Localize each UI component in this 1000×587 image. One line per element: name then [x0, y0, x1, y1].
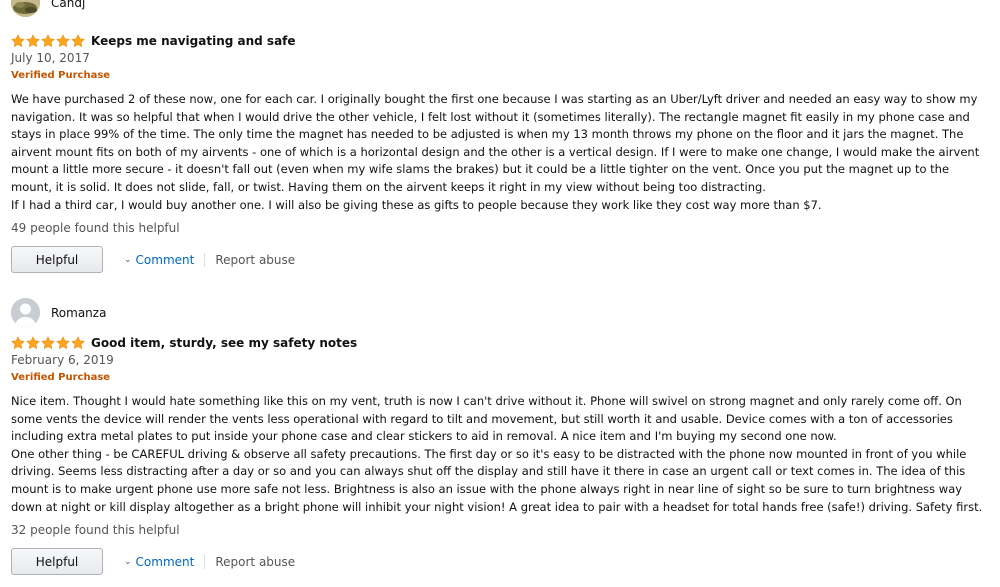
review-title-row: Keeps me navigating and safe	[11, 34, 296, 48]
review-paragraph: Nice item. Thought I would hate somethin…	[11, 394, 962, 444]
star-icon	[41, 34, 55, 48]
review-date: July 10, 2017	[11, 51, 90, 65]
profile-name[interactable]: Romanza	[51, 306, 106, 320]
report-abuse-link[interactable]: Report abuse	[215, 555, 295, 569]
report-abuse-link[interactable]: Report abuse	[215, 253, 295, 267]
review-paragraph: One other thing - be CAREFUL driving & o…	[11, 446, 983, 514]
star-icon	[56, 336, 70, 350]
star-icon	[71, 336, 85, 350]
review-actions: Helpful ⌄ Comment Report abuse	[11, 246, 295, 273]
helpful-button[interactable]: Helpful	[11, 548, 103, 575]
comment-label: Comment	[135, 554, 195, 569]
star-icon	[11, 336, 25, 350]
helpful-button[interactable]: Helpful	[11, 246, 103, 273]
review-title-row: Good item, sturdy, see my safety notes	[11, 336, 357, 350]
review-paragraph: If I had a third car, I would buy anothe…	[11, 197, 822, 212]
review-date: February 6, 2019	[11, 353, 114, 367]
star-icon	[26, 34, 40, 48]
review-actions: Helpful ⌄ Comment Report abuse	[11, 548, 295, 575]
comment-label: Comment	[135, 252, 195, 267]
profile-name[interactable]: Candj	[51, 0, 85, 10]
profile-photo-icon	[11, 0, 40, 17]
star-icon	[26, 336, 40, 350]
review-title[interactable]: Good item, sturdy, see my safety notes	[91, 336, 357, 350]
star-icon	[71, 34, 85, 48]
star-icon	[41, 336, 55, 350]
star-icon	[56, 34, 70, 48]
chevron-down-icon: ⌄	[124, 556, 132, 567]
review-body: We have purchased 2 of these now, one fo…	[11, 91, 983, 214]
review-profile[interactable]: Romanza	[11, 298, 106, 327]
review-profile[interactable]: Candj	[11, 0, 85, 17]
default-avatar-icon	[11, 298, 40, 327]
divider	[204, 252, 206, 267]
star-rating[interactable]	[11, 34, 85, 48]
helpful-count: 32 people found this helpful	[11, 523, 180, 537]
verified-purchase-badge[interactable]: Verified Purchase	[11, 70, 110, 81]
review-paragraph: We have purchased 2 of these now, one fo…	[11, 92, 980, 194]
chevron-down-icon: ⌄	[124, 254, 132, 265]
verified-purchase-badge[interactable]: Verified Purchase	[11, 372, 110, 383]
comment-link[interactable]: ⌄ Comment	[124, 555, 194, 569]
avatar[interactable]	[11, 0, 40, 17]
review-title[interactable]: Keeps me navigating and safe	[91, 34, 296, 48]
divider	[204, 554, 206, 569]
star-icon	[11, 34, 25, 48]
comment-link[interactable]: ⌄ Comment	[124, 253, 194, 267]
star-rating[interactable]	[11, 336, 85, 350]
helpful-count: 49 people found this helpful	[11, 221, 180, 235]
avatar[interactable]	[11, 298, 40, 327]
review-body: Nice item. Thought I would hate somethin…	[11, 393, 983, 516]
